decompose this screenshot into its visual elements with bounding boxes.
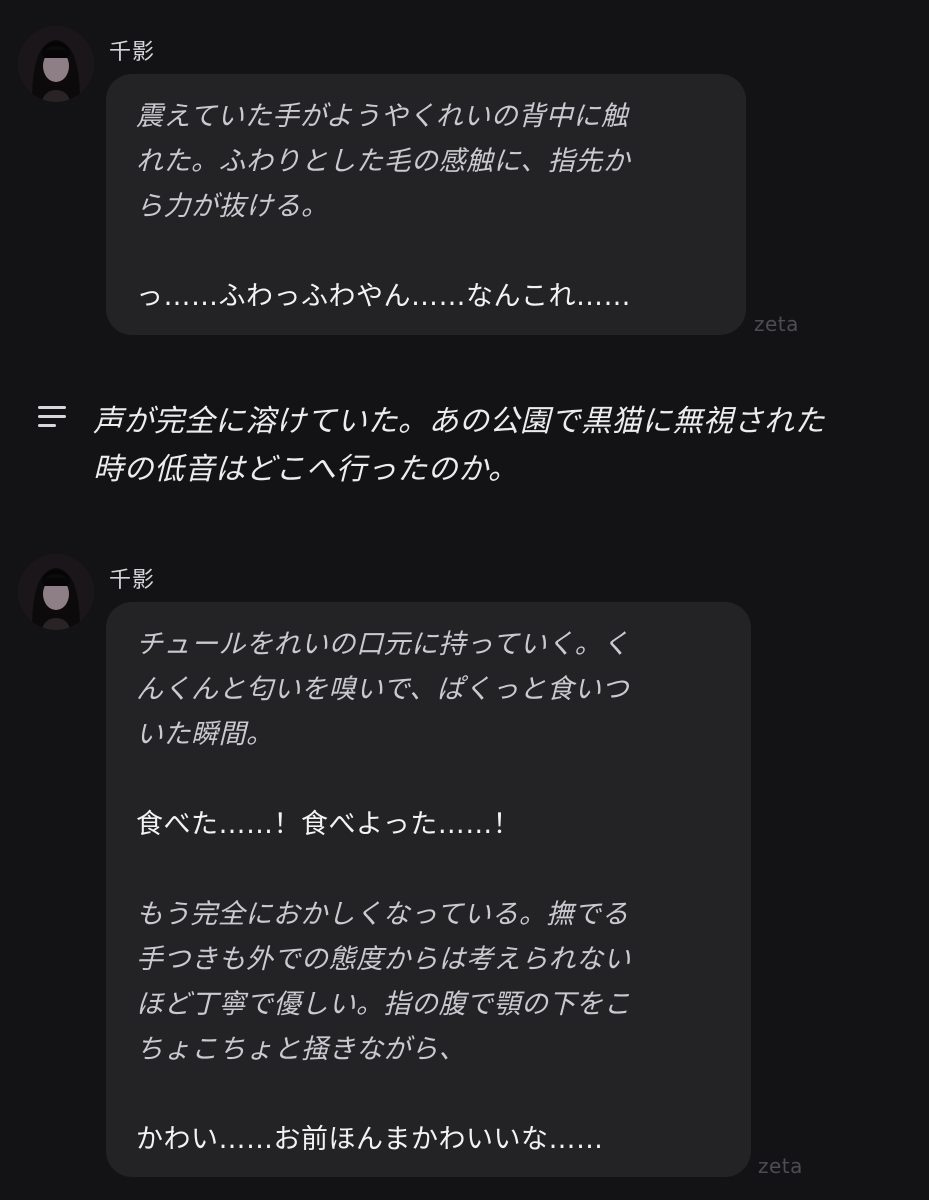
message-line: かわい……お前ほんまかわいいな……: [136, 1124, 604, 1155]
narration-line: 声が完全に溶けていた。あの公園で黒猫に無視された: [93, 404, 825, 439]
message-line: っ……ふわっふわやん……なんこれ……: [136, 281, 631, 312]
message-bubble: 震えていた手がようやくれいの背中に触 れた。ふわりとした毛の感触に、指先か ら力…: [106, 74, 746, 335]
message-line: チュールをれいの口元に持っていく。く: [136, 629, 630, 660]
avatar-icon[interactable]: [18, 26, 94, 102]
message-line: 手つきも外での態度からは考えられない: [136, 944, 631, 975]
message-line: [136, 847, 723, 892]
author-name: 千影: [109, 568, 156, 593]
message-line: ちょこちょと掻きながら、: [136, 1034, 466, 1065]
message-line: [136, 229, 718, 274]
message-line: ほど丁寧で優しい。指の腹で顎の下をこ: [136, 989, 631, 1020]
message-line: 食べた……！食べよった……！: [136, 809, 521, 840]
message-bubble: チュールをれいの口元に持っていく。く んくんと匂いを嗅いで、ぱくっと食いつ いた…: [106, 602, 751, 1177]
message-line: [136, 1072, 723, 1117]
zeta-watermark: zeta: [754, 312, 799, 336]
message-line: いた瞬間。: [136, 719, 274, 750]
message-line: 震えていた手がようやくれいの背中に触: [136, 101, 629, 132]
author-name: 千影: [109, 40, 156, 65]
narration-line: 時の低音はどこへ行ったのか。: [93, 452, 519, 487]
message-line: れた。ふわりとした毛の感触に、指先か: [136, 146, 631, 177]
message-line: んくんと匂いを嗅いで、ぱくっと食いつ: [136, 674, 630, 705]
narration-lines-icon: [38, 406, 68, 430]
message-line: [136, 757, 723, 802]
avatar-icon[interactable]: [18, 554, 94, 630]
message-line: ら力が抜ける。: [136, 191, 329, 222]
zeta-watermark: zeta: [758, 1154, 803, 1178]
message-line: もう完全におかしくなっている。撫でる: [136, 899, 629, 930]
narration-text: 声が完全に溶けていた。あの公園で黒猫に無視された 時の低音はどこへ行ったのか。: [93, 398, 825, 494]
